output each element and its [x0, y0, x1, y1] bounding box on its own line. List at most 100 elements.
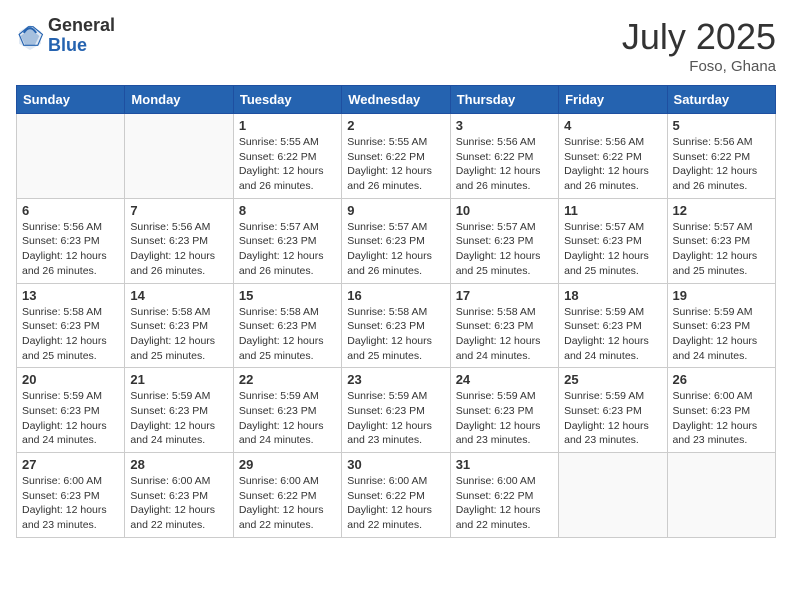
day-number: 20	[22, 372, 119, 387]
day-number: 31	[456, 457, 553, 472]
day-number: 6	[22, 203, 119, 218]
calendar-day-cell: 3Sunrise: 5:56 AM Sunset: 6:22 PM Daylig…	[450, 114, 558, 199]
day-info: Sunrise: 5:59 AM Sunset: 6:23 PM Dayligh…	[564, 389, 661, 448]
day-info: Sunrise: 5:58 AM Sunset: 6:23 PM Dayligh…	[130, 305, 227, 364]
day-number: 16	[347, 288, 444, 303]
day-info: Sunrise: 5:55 AM Sunset: 6:22 PM Dayligh…	[239, 135, 336, 194]
day-number: 14	[130, 288, 227, 303]
calendar-day-cell: 15 Sunrise: 5:58 AM Sunset: 6:23 PM Dayli…	[233, 283, 341, 368]
day-number: 25	[564, 372, 661, 387]
day-info: Sunrise: 5:56 AM Sunset: 6:23 PM Dayligh…	[130, 220, 227, 279]
calendar-day-cell: 10 Sunrise: 5:57 AM Sunset: 6:23 PM Dayli…	[450, 198, 558, 283]
day-info: Sunrise: 5:59 AM Sunset: 6:23 PM Dayligh…	[239, 389, 336, 448]
day-info: Sunrise: 6:00 AM Sunset: 6:22 PM Dayligh…	[239, 474, 336, 533]
day-info: Sunrise: 6:00 AM Sunset: 6:23 PM Dayligh…	[22, 474, 119, 533]
calendar-day-cell	[559, 453, 667, 538]
logo-general-text: General	[48, 16, 115, 36]
day-info: Sunrise: 5:59 AM Sunset: 6:23 PM Dayligh…	[22, 389, 119, 448]
day-info: Sunrise: 5:58 AM Sunset: 6:23 PM Dayligh…	[347, 305, 444, 364]
calendar-day-cell: 1 Sunrise: 5:55 AM Sunset: 6:22 PM Daylig…	[233, 114, 341, 199]
day-info: Sunrise: 5:56 AM Sunset: 6:22 PM Dayligh…	[673, 135, 770, 194]
weekday-header: Wednesday	[342, 86, 450, 114]
day-number: 12	[673, 203, 770, 218]
calendar-week-row: 6 Sunrise: 5:56 AM Sunset: 6:23 PM Daylig…	[17, 198, 776, 283]
calendar-day-cell: 9 Sunrise: 5:57 AM Sunset: 6:23 PM Daylig…	[342, 198, 450, 283]
day-info: Sunrise: 5:59 AM Sunset: 6:23 PM Dayligh…	[456, 389, 553, 448]
calendar-day-cell: 13Sunrise: 5:58 AM Sunset: 6:23 PM Dayli…	[17, 283, 125, 368]
calendar-table: SundayMondayTuesdayWednesdayThursdayFrid…	[16, 85, 776, 538]
day-number: 10	[456, 203, 553, 218]
day-number: 8	[239, 203, 336, 218]
calendar-day-cell: 7Sunrise: 5:56 AM Sunset: 6:23 PM Daylig…	[125, 198, 233, 283]
calendar-day-cell: 8 Sunrise: 5:57 AM Sunset: 6:23 PM Daylig…	[233, 198, 341, 283]
day-info: Sunrise: 5:58 AM Sunset: 6:23 PM Dayligh…	[22, 305, 119, 364]
calendar-day-cell: 18 Sunrise: 5:59 AM Sunset: 6:23 PM Dayli…	[559, 283, 667, 368]
day-info: Sunrise: 5:58 AM Sunset: 6:23 PM Dayligh…	[456, 305, 553, 364]
title-block: July 2025 Foso, Ghana	[622, 16, 776, 75]
day-info: Sunrise: 6:00 AM Sunset: 6:23 PM Dayligh…	[673, 389, 770, 448]
day-info: Sunrise: 5:59 AM Sunset: 6:23 PM Dayligh…	[347, 389, 444, 448]
calendar-day-cell: 26 Sunrise: 6:00 AM Sunset: 6:23 PM Dayli…	[667, 368, 775, 453]
calendar-day-cell: 29 Sunrise: 6:00 AM Sunset: 6:22 PM Dayli…	[233, 453, 341, 538]
calendar-day-cell: 19Sunrise: 5:59 AM Sunset: 6:23 PM Dayli…	[667, 283, 775, 368]
day-info: Sunrise: 5:57 AM Sunset: 6:23 PM Dayligh…	[239, 220, 336, 279]
logo-text: General Blue	[48, 16, 115, 56]
day-number: 11	[564, 203, 661, 218]
day-info: Sunrise: 5:59 AM Sunset: 6:23 PM Dayligh…	[564, 305, 661, 364]
day-number: 21	[130, 372, 227, 387]
day-info: Sunrise: 6:00 AM Sunset: 6:23 PM Dayligh…	[130, 474, 227, 533]
calendar-day-cell	[125, 114, 233, 199]
day-number: 28	[130, 457, 227, 472]
calendar-day-cell: 11Sunrise: 5:57 AM Sunset: 6:23 PM Dayli…	[559, 198, 667, 283]
day-number: 26	[673, 372, 770, 387]
day-number: 9	[347, 203, 444, 218]
calendar-header-row: SundayMondayTuesdayWednesdayThursdayFrid…	[17, 86, 776, 114]
calendar-day-cell: 2Sunrise: 5:55 AM Sunset: 6:22 PM Daylig…	[342, 114, 450, 199]
calendar-day-cell	[667, 453, 775, 538]
calendar-day-cell: 28 Sunrise: 6:00 AM Sunset: 6:23 PM Dayli…	[125, 453, 233, 538]
weekday-header: Sunday	[17, 86, 125, 114]
day-number: 30	[347, 457, 444, 472]
calendar-day-cell: 16 Sunrise: 5:58 AM Sunset: 6:23 PM Dayli…	[342, 283, 450, 368]
day-number: 15	[239, 288, 336, 303]
calendar-week-row: 13Sunrise: 5:58 AM Sunset: 6:23 PM Dayli…	[17, 283, 776, 368]
day-info: Sunrise: 5:56 AM Sunset: 6:23 PM Dayligh…	[22, 220, 119, 279]
calendar-week-row: 20 Sunrise: 5:59 AM Sunset: 6:23 PM Dayli…	[17, 368, 776, 453]
calendar-day-cell: 14 Sunrise: 5:58 AM Sunset: 6:23 PM Dayli…	[125, 283, 233, 368]
day-number: 5	[673, 118, 770, 133]
calendar-day-cell: 22Sunrise: 5:59 AM Sunset: 6:23 PM Dayli…	[233, 368, 341, 453]
logo-blue-text: Blue	[48, 36, 115, 56]
calendar-week-row: 27 Sunrise: 6:00 AM Sunset: 6:23 PM Dayli…	[17, 453, 776, 538]
day-info: Sunrise: 5:55 AM Sunset: 6:22 PM Dayligh…	[347, 135, 444, 194]
day-number: 24	[456, 372, 553, 387]
calendar-day-cell: 24 Sunrise: 5:59 AM Sunset: 6:23 PM Dayli…	[450, 368, 558, 453]
day-info: Sunrise: 5:57 AM Sunset: 6:23 PM Dayligh…	[347, 220, 444, 279]
day-info: Sunrise: 6:00 AM Sunset: 6:22 PM Dayligh…	[347, 474, 444, 533]
location: Foso, Ghana	[622, 58, 776, 75]
day-info: Sunrise: 5:56 AM Sunset: 6:22 PM Dayligh…	[456, 135, 553, 194]
calendar-day-cell: 30 Sunrise: 6:00 AM Sunset: 6:22 PM Dayli…	[342, 453, 450, 538]
day-number: 29	[239, 457, 336, 472]
weekday-header: Thursday	[450, 86, 558, 114]
day-number: 17	[456, 288, 553, 303]
calendar-day-cell: 21Sunrise: 5:59 AM Sunset: 6:23 PM Dayli…	[125, 368, 233, 453]
logo-icon	[16, 22, 44, 50]
calendar-week-row: 1 Sunrise: 5:55 AM Sunset: 6:22 PM Daylig…	[17, 114, 776, 199]
day-number: 18	[564, 288, 661, 303]
weekday-header: Saturday	[667, 86, 775, 114]
calendar-day-cell: 4Sunrise: 5:56 AM Sunset: 6:22 PM Daylig…	[559, 114, 667, 199]
calendar-day-cell: 31 Sunrise: 6:00 AM Sunset: 6:22 PM Dayli…	[450, 453, 558, 538]
calendar-day-cell: 5 Sunrise: 5:56 AM Sunset: 6:22 PM Daylig…	[667, 114, 775, 199]
day-info: Sunrise: 5:57 AM Sunset: 6:23 PM Dayligh…	[456, 220, 553, 279]
day-info: Sunrise: 5:58 AM Sunset: 6:23 PM Dayligh…	[239, 305, 336, 364]
weekday-header: Monday	[125, 86, 233, 114]
day-number: 1	[239, 118, 336, 133]
day-number: 27	[22, 457, 119, 472]
calendar-day-cell: 6 Sunrise: 5:56 AM Sunset: 6:23 PM Daylig…	[17, 198, 125, 283]
day-number: 23	[347, 372, 444, 387]
day-number: 19	[673, 288, 770, 303]
page-header: General Blue July 2025 Foso, Ghana	[16, 16, 776, 75]
logo: General Blue	[16, 16, 115, 56]
day-number: 4	[564, 118, 661, 133]
day-info: Sunrise: 6:00 AM Sunset: 6:22 PM Dayligh…	[456, 474, 553, 533]
